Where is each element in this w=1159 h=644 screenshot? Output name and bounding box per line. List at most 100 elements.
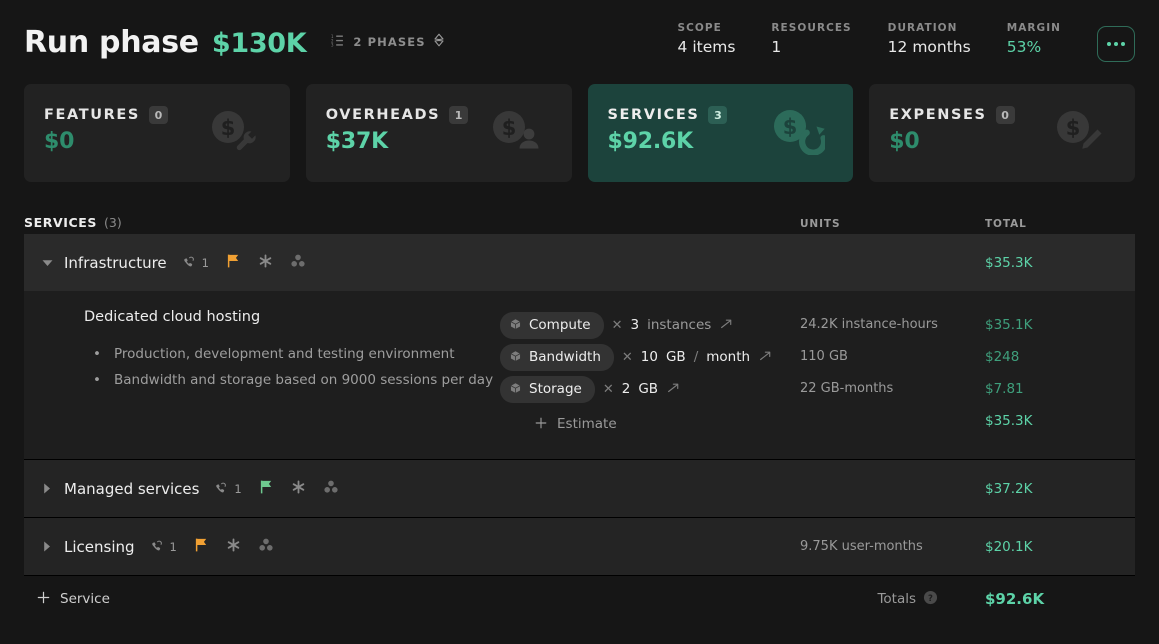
- table-title: SERVICES: [24, 215, 98, 230]
- quantity[interactable]: 3: [630, 317, 639, 333]
- help-circle-icon[interactable]: ?: [923, 590, 938, 609]
- svg-text:?: ?: [928, 592, 933, 602]
- resource-chip[interactable]: Bandwidth: [500, 343, 614, 371]
- add-estimate-label: Estimate: [557, 416, 617, 432]
- group-header-row[interactable]: Licensing 1 9.75K user-months $20.1K: [24, 518, 1135, 575]
- group-name: Managed services: [64, 479, 200, 498]
- card-title: FEATURES: [44, 107, 140, 123]
- stat-value: 53%: [1006, 38, 1042, 56]
- chip-label: Compute: [529, 317, 591, 333]
- cube-icon: [509, 348, 522, 367]
- trend-arrow-icon[interactable]: [666, 380, 680, 399]
- chevron-up-down-icon[interactable]: [433, 32, 445, 52]
- total-column: $35.1K $248 $7.81 $35.3K: [985, 309, 1135, 443]
- multiply-icon: ✕: [621, 349, 633, 365]
- asterisk-icon[interactable]: [226, 537, 241, 557]
- people-cluster-icon[interactable]: [323, 479, 339, 498]
- stat-value: 1: [771, 38, 782, 56]
- ellipsis-icon: [1114, 42, 1118, 46]
- call-count-value: 1: [201, 255, 209, 270]
- dollar-coin-refresh-icon: $: [769, 107, 828, 159]
- flag-icon[interactable]: [226, 253, 241, 273]
- page-header: Run phase $130K 1 2 3 2 PHASES SCOPE 4 i: [0, 0, 1159, 84]
- card-count-badge: 0: [995, 106, 1015, 124]
- people-cluster-icon[interactable]: [290, 253, 306, 272]
- cube-icon: [509, 380, 522, 399]
- resource-chip[interactable]: Storage: [500, 375, 595, 403]
- card-expenses[interactable]: EXPENSES 0 $0 $: [869, 84, 1135, 182]
- unit-label: GB: [665, 349, 686, 365]
- estimate-line: Bandwidth ✕ 10 GB / month: [500, 341, 800, 373]
- card-services[interactable]: SERVICES 3 $92.6K $: [587, 84, 854, 182]
- services-table: SERVICES (3) UNITS TOTAL Infrastructure: [0, 204, 1159, 576]
- item-bullets: • Production, development and testing en…: [84, 341, 500, 393]
- asterisk-icon[interactable]: [258, 253, 273, 273]
- item-description: Dedicated cloud hosting • Production, de…: [24, 309, 500, 443]
- line-units: 24.2K instance-hours: [800, 317, 938, 332]
- resource-chip[interactable]: Compute: [500, 311, 604, 339]
- header-stats: SCOPE 4 items RESOURCES 1 DURATION 12 mo…: [678, 22, 1135, 62]
- call-count-value: 1: [234, 481, 242, 496]
- dollar-coin-wrench-icon: $: [206, 107, 262, 159]
- group-icons: 1: [183, 253, 306, 273]
- quantity[interactable]: 2: [622, 381, 631, 397]
- flag-icon[interactable]: [259, 479, 274, 499]
- phase-amount: $130K: [211, 27, 307, 59]
- multiply-icon: ✕: [611, 317, 623, 333]
- page-title: Run phase: [24, 24, 199, 60]
- call-count[interactable]: 1: [183, 253, 209, 272]
- flag-icon[interactable]: [194, 537, 209, 557]
- line-units: 22 GB-months: [800, 381, 894, 396]
- card-count-badge: 3: [708, 106, 728, 124]
- svg-text:$: $: [220, 116, 235, 140]
- unit-label: GB: [638, 381, 659, 397]
- estimate-lines: Compute ✕ 3 instances Bandwidth ✕ 10 GB …: [500, 309, 800, 443]
- table-footer: Service Totals ? $92.6K: [0, 576, 1159, 622]
- bullet-text: Bandwidth and storage based on 9000 sess…: [114, 372, 494, 388]
- call-count[interactable]: 1: [215, 479, 242, 498]
- add-service-button[interactable]: Service: [36, 590, 110, 609]
- quantity[interactable]: 10: [641, 349, 658, 365]
- unit-label: instances: [647, 317, 712, 333]
- phone-loop-icon: [151, 537, 165, 556]
- per-period: month: [706, 349, 751, 365]
- svg-text:$: $: [501, 116, 516, 140]
- caret-right-icon[interactable]: [36, 483, 58, 494]
- call-count[interactable]: 1: [151, 537, 177, 556]
- card-overheads[interactable]: OVERHEADS 1 $37K $: [305, 84, 572, 182]
- list-ordered-icon: 1 2 3: [331, 33, 346, 52]
- group-header-row[interactable]: Managed services 1 $37.2K: [24, 460, 1135, 517]
- stat-label: DURATION: [887, 22, 958, 34]
- group-header-row[interactable]: Infrastructure 1 $35.3K: [24, 234, 1135, 291]
- line-total: $248: [985, 349, 1020, 365]
- stat-value: 12 months: [887, 38, 971, 56]
- totals-label: Totals: [877, 591, 916, 607]
- table-count: (3): [104, 215, 122, 230]
- caret-right-icon[interactable]: [36, 541, 58, 552]
- group-name: Licensing: [64, 537, 135, 556]
- card-title: EXPENSES: [889, 107, 987, 123]
- phases-selector[interactable]: 1 2 3 2 PHASES: [329, 29, 446, 55]
- caret-down-icon[interactable]: [36, 259, 58, 267]
- stat-label: MARGIN: [1006, 22, 1061, 34]
- people-cluster-icon[interactable]: [258, 537, 274, 556]
- units-column: 24.2K instance-hours 110 GB 22 GB-months: [800, 309, 985, 443]
- group-total: $37.2K: [985, 480, 1033, 497]
- list-item: • Bandwidth and storage based on 9000 se…: [84, 367, 500, 393]
- bullet-dot: •: [93, 372, 101, 388]
- card-features[interactable]: FEATURES 0 $0 $: [24, 84, 290, 182]
- column-header-units: UNITS: [800, 218, 841, 230]
- more-options-button[interactable]: [1097, 26, 1135, 62]
- group-icons: 1: [215, 479, 338, 499]
- add-estimate-button[interactable]: Estimate: [534, 415, 617, 434]
- stat-duration: DURATION 12 months: [888, 22, 971, 56]
- trend-arrow-icon[interactable]: [719, 316, 733, 335]
- stat-value: 4 items: [677, 38, 736, 56]
- trend-arrow-icon[interactable]: [758, 348, 772, 367]
- svg-text:3: 3: [331, 42, 334, 47]
- add-service-label: Service: [60, 591, 110, 607]
- table-header-row: SERVICES (3) UNITS TOTAL: [24, 204, 1135, 234]
- group-licensing: Licensing 1 9.75K user-months $20.1K: [24, 518, 1135, 576]
- asterisk-icon[interactable]: [291, 479, 306, 499]
- group-name: Infrastructure: [64, 253, 167, 272]
